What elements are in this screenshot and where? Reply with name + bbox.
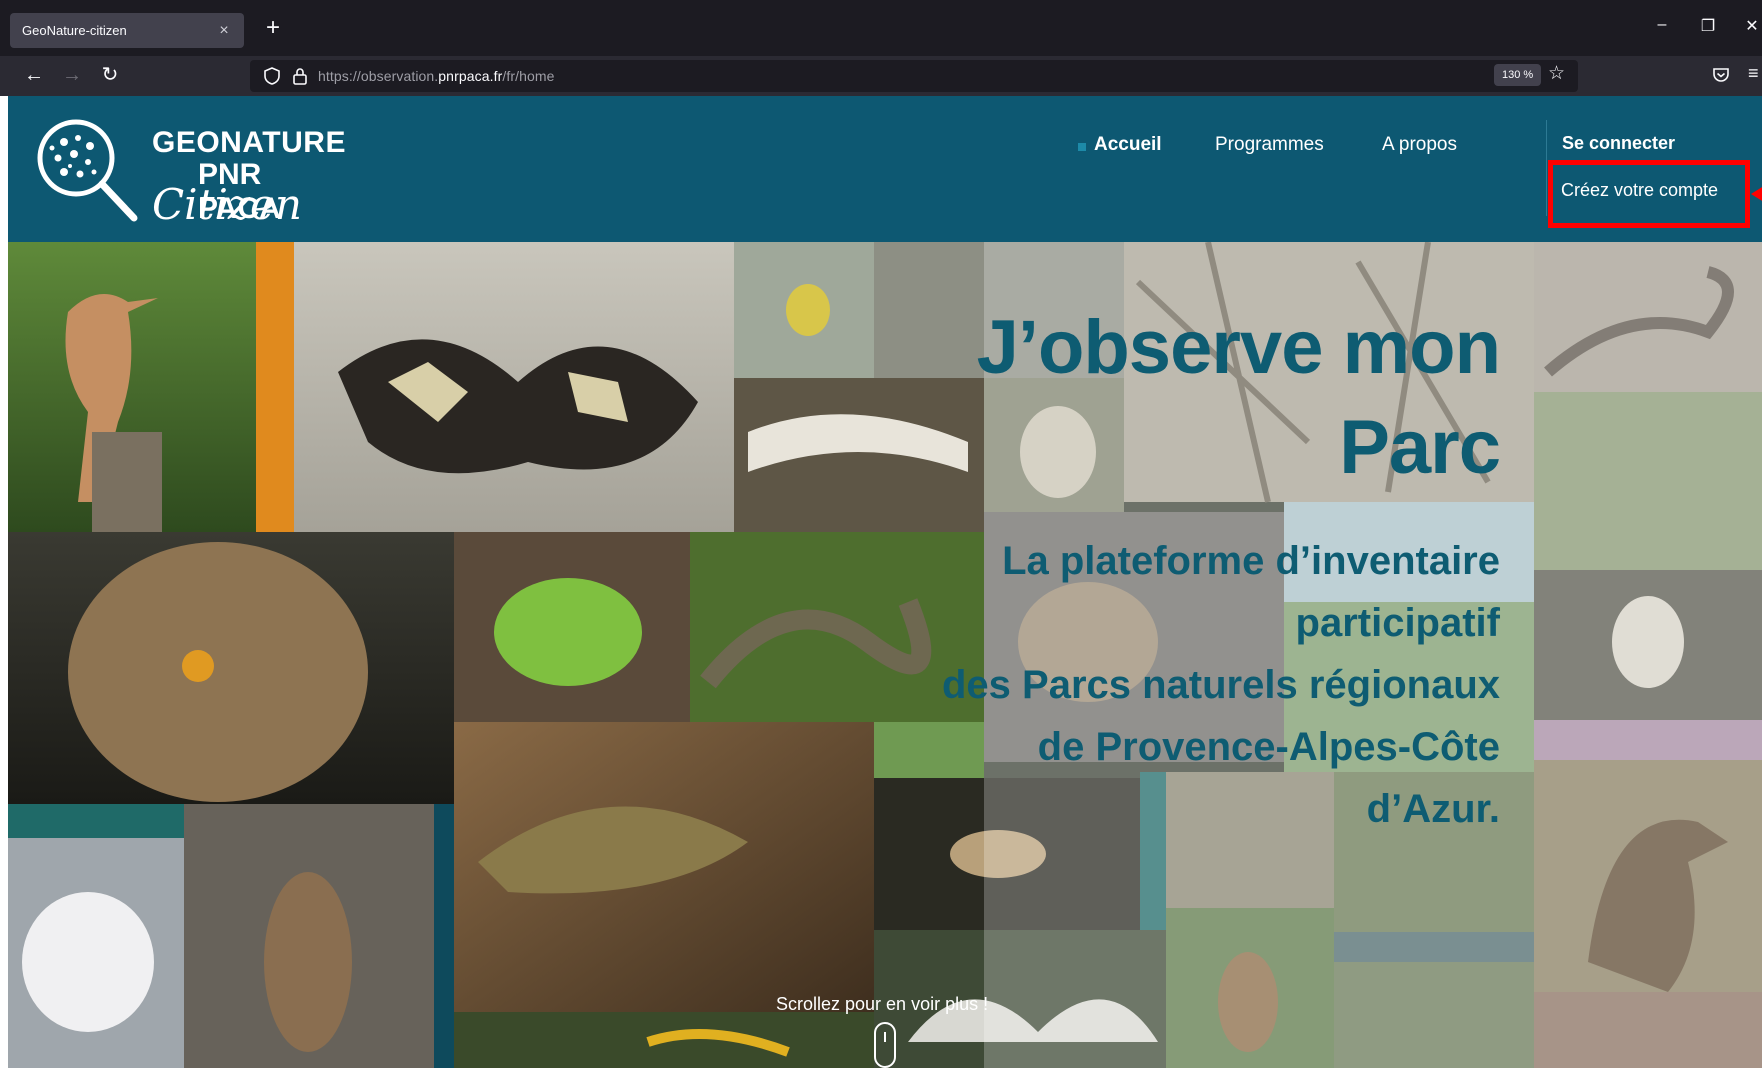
photo-chamois [184,804,434,1068]
magnifier-icon [37,119,138,222]
close-window-button[interactable]: ✕ [1740,16,1762,36]
eagle-owl-head [68,542,368,802]
orange-strip [256,242,294,532]
url-path: /fr/home [502,68,555,84]
url-prefix: https://observation. [318,68,439,84]
snake-on-branch [1544,266,1734,377]
marten-animal [1612,596,1684,688]
active-indicator [1078,143,1086,151]
photo-lizard [454,722,874,1012]
back-icon[interactable]: ← [22,64,46,88]
tab-title: GeoNature-citizen [22,23,127,38]
eagle-owl-eye [182,650,214,682]
nav-divider [1546,120,1547,216]
logo-text-geonature: GEONATURE [152,126,346,159]
pocket-icon[interactable] [1710,64,1732,86]
chamois-animal [264,872,352,1052]
salamander-body [646,1029,790,1057]
new-tab-button[interactable]: + [258,14,288,44]
lock-icon[interactable] [290,66,310,86]
restore-button[interactable]: ❐ [1696,16,1720,36]
minimize-button[interactable]: – [1650,16,1674,34]
roe-deer-animal [1218,952,1278,1052]
tab-close-icon[interactable]: × [216,22,232,40]
butterfly-wings [338,339,698,474]
hero-subtitle-line3: des Parcs naturels régionaux [941,663,1500,707]
photo-marten [1534,570,1762,720]
photo-golden-eagle [1534,760,1762,992]
photo-salamander [454,1012,874,1068]
teal-strip [8,804,184,838]
slate-strip [1334,932,1534,962]
hoopoe-bird [65,294,158,502]
butterfly-pattern [388,362,628,422]
forward-icon[interactable]: → [60,64,84,88]
hoopoe-perch [92,432,162,532]
hero-section: J’observe mon Parc La plateforme d’inven… [8,242,1762,1068]
nav-programs[interactable]: Programmes [1215,134,1324,156]
hero-title-line2: Parc [1339,405,1501,490]
photo-eagle-owl [8,532,454,804]
lizard-body [478,806,748,894]
photo-squirrel [1534,992,1762,1068]
hero-subtitle-line1: La plateforme d’inventaire [1002,539,1500,583]
highlight-arrow [1751,184,1762,204]
login-link[interactable]: Se connecter [1562,133,1675,154]
tab-bar: GeoNature-citizen × + – ❐ ✕ [0,0,1762,56]
nav-toolbar: ← → ↻ https://observation.pnrpaca.fr/fr/… [0,56,1762,96]
url-text[interactable]: https://observation.pnrpaca.fr/fr/home [318,68,555,84]
mouse-scroll-icon[interactable] [874,1022,896,1068]
photo-snake-branch [1534,242,1762,392]
browser-chrome: GeoNature-citizen × + – ❐ ✕ ← → ↻ https:… [0,0,1762,96]
navy-strip [434,804,454,1068]
photo-roe-deer [1166,908,1334,1068]
scroll-hint: Scrollez pour en voir plus ! [776,994,989,1014]
mauve-strip [1534,720,1762,760]
hero-title-line1: J’observe mon [976,305,1501,390]
menu-icon[interactable]: ≡ [1748,63,1759,84]
zoom-level-badge[interactable]: 130 % [1494,64,1542,86]
url-host: pnrpaca.fr [438,68,503,84]
photo-treefrog [454,532,690,722]
hero-title: J’observe mon Parc [800,298,1501,498]
ptarmigan-bird [22,892,154,1032]
hero-subtitle-line2: participatif [1295,601,1500,645]
hero-subtitle-line4: de Provence-Alpes-Côte [1037,725,1500,769]
reload-icon[interactable]: ↻ [98,64,122,88]
photo-sparrowhawk [1334,962,1534,1068]
photo-ptarmigan [8,838,184,1068]
site-logo[interactable]: GEONATURE PNR PACA Citizen [30,110,350,229]
photo-warbler [1534,392,1762,570]
shield-icon[interactable] [262,66,282,86]
nav-home[interactable]: Accueil [1094,134,1162,156]
golden-eagle-head [1588,819,1728,992]
logo-text-citizen: Citizen [152,180,302,229]
hero-subtitle: La plateforme d’inventaire participatif … [860,530,1500,840]
site-header: GEONATURE PNR PACA Citizen Accueil Progr… [8,96,1762,242]
photo-butterfly [294,242,734,532]
star-icon[interactable]: ☆ [1548,62,1565,85]
address-bar[interactable]: https://observation.pnrpaca.fr/fr/home [250,60,1578,92]
signup-link[interactable]: Créez votre compte [1561,180,1718,201]
hero-subtitle-line5: d’Azur. [1366,787,1500,831]
browser-tab[interactable]: GeoNature-citizen × [10,13,244,48]
photo-hoopoe [8,242,256,532]
treefrog [494,578,642,686]
nav-about[interactable]: A propos [1382,134,1457,156]
